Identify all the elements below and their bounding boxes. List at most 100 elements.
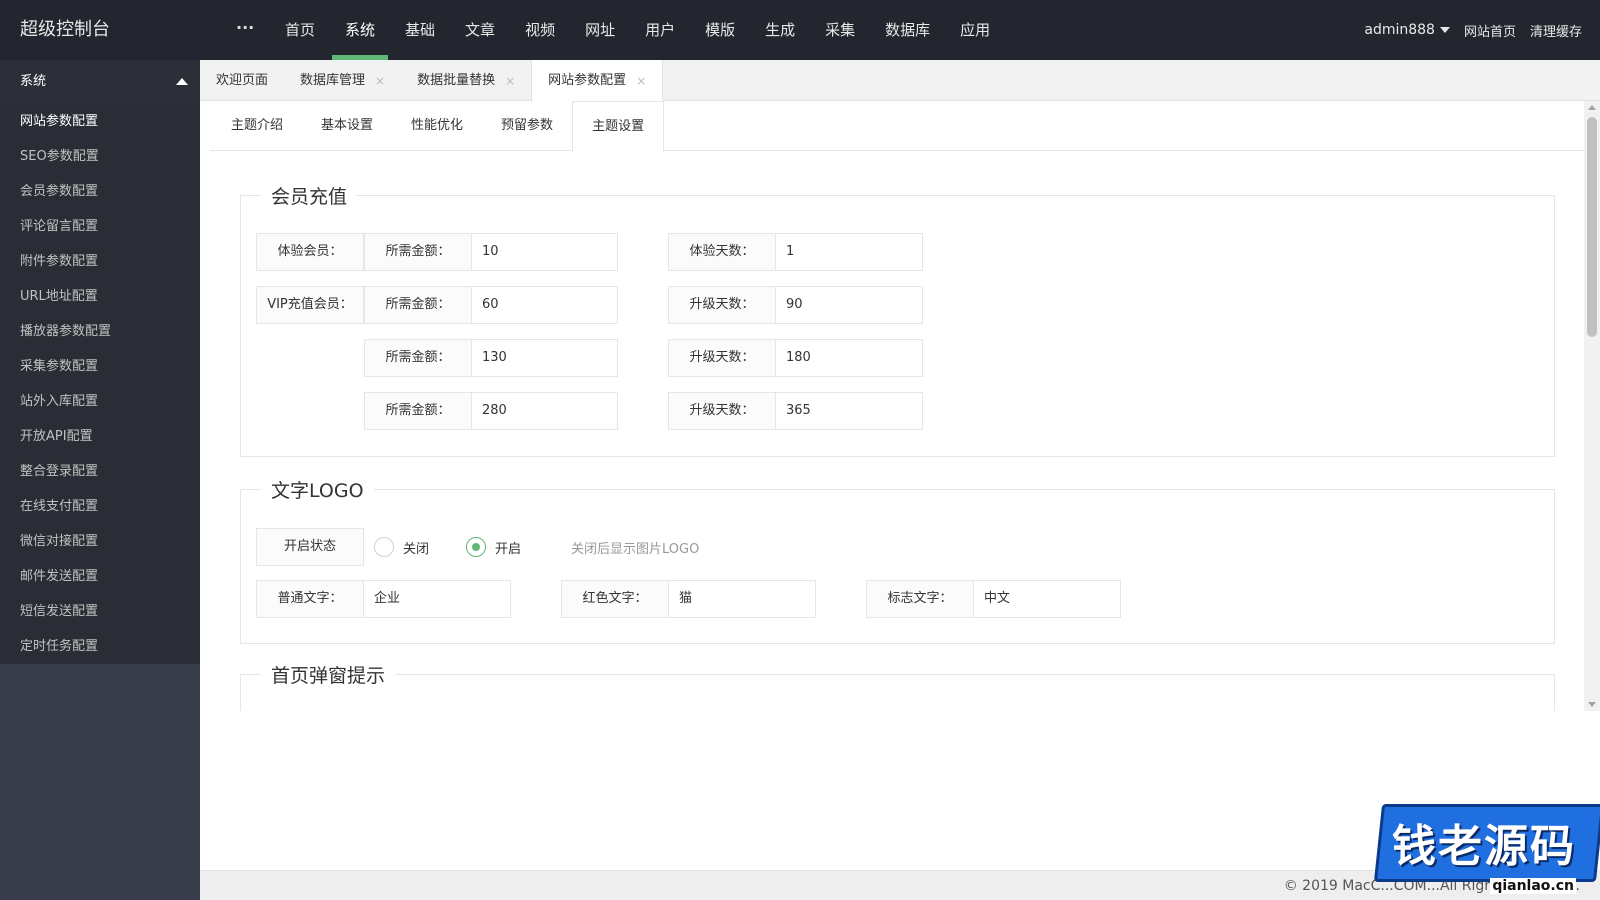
sidebar-item-email-config[interactable]: 邮件发送配置 [0,559,200,594]
scroll-thumb[interactable] [1587,117,1597,337]
normal-text-label: 普通文字： [256,580,364,618]
sidebar-item-player-config[interactable]: 播放器参数配置 [0,314,200,349]
upgrade-days-label: 升级天数： [668,286,776,324]
top-header: 超级控制台 ··· 首页 系统 基础 文章 视频 网址 用户 模版 生成 采集 … [0,0,1600,60]
nav-app[interactable]: 应用 [945,0,1005,60]
tab-welcome[interactable]: 欢迎页面 [200,60,284,101]
trial-member-label: 体验会员： [256,233,364,271]
sidebar-item-attachment-config[interactable]: 附件参数配置 [0,244,200,279]
clear-cache-link[interactable]: 清理缓存 [1530,21,1582,40]
nav-basic[interactable]: 基础 [390,0,450,60]
close-icon[interactable]: × [636,61,646,101]
fieldset-recharge: 会员充值 体验会员： 所需金额： 10 体验天数： 1 VIP充值会员： 所需金… [240,182,1555,457]
vip-member-label: VIP充值会员： [256,286,364,324]
trial-days-label: 体验天数： [668,233,776,271]
chevron-up-icon [176,78,188,85]
nav-collect[interactable]: 采集 [810,0,870,60]
vip-amount-input-1[interactable]: 60 [472,286,618,324]
nav-template[interactable]: 模版 [690,0,750,60]
radio-on-label: 开启 [495,541,522,557]
nav-article[interactable]: 文章 [450,0,510,60]
upgrade-days-label: 升级天数： [668,392,776,430]
amount-label: 所需金额： [364,339,472,377]
sidebar-item-api-config[interactable]: 开放API配置 [0,419,200,454]
trial-days-input[interactable]: 1 [776,233,923,271]
sidebar-item-seo-config[interactable]: SEO参数配置 [0,139,200,174]
app-logo: 超级控制台 [20,19,110,40]
close-icon[interactable]: × [375,61,385,101]
tab-database[interactable]: 数据库管理 × [284,60,401,101]
sidebar-item-sms-config[interactable]: 短信发送配置 [0,594,200,629]
fieldset-popup: 首页弹窗提示 [240,661,1555,711]
amount-label: 所需金额： [364,286,472,324]
nav-user[interactable]: 用户 [630,0,690,60]
sidebar-item-collect-config[interactable]: 采集参数配置 [0,349,200,384]
close-icon[interactable]: × [505,61,515,101]
fieldset-text-logo: 文字LOGO 开启状态 关闭 开启 关闭后显示图片LOGO 普通文字： 企业 红… [240,476,1555,644]
red-text-label: 红色文字： [561,580,669,618]
nav-database[interactable]: 数据库 [870,0,945,60]
vip-days-input-1[interactable]: 90 [776,286,923,324]
logo-hint: 关闭后显示图片LOGO [571,542,700,557]
watermark-title: 钱老源码 [1392,821,1576,872]
sidebar: 系统 网站参数配置 SEO参数配置 会员参数配置 评论留言配置 附件参数配置 U… [0,60,200,900]
radio-off[interactable]: 关闭 [374,537,429,557]
sidebar-item-cron-config[interactable]: 定时任务配置 [0,629,200,664]
vip-days-input-3[interactable]: 365 [776,392,923,430]
user-menu[interactable]: admin888 [1364,22,1450,38]
tab-label: 数据库管理 [300,72,366,88]
sidebar-item-member-config[interactable]: 会员参数配置 [0,174,200,209]
sidebar-item-import-config[interactable]: 站外入库配置 [0,384,200,419]
vip-amount-input-3[interactable]: 280 [472,392,618,430]
top-nav: 首页 系统 基础 文章 视频 网址 用户 模版 生成 采集 数据库 应用 [270,0,1005,60]
chevron-down-icon [1439,27,1450,33]
radio-circle-icon [374,537,394,557]
status-label: 开启状态 [256,528,364,566]
red-text-input[interactable]: 猫 [669,580,816,618]
sidebar-list: 网站参数配置 SEO参数配置 会员参数配置 评论留言配置 附件参数配置 URL地… [0,104,200,664]
form-area: 会员充值 体验会员： 所需金额： 10 体验天数： 1 VIP充值会员： 所需金… [210,101,1584,711]
watermark-logo: 钱老源码 qianlao.cn [1373,796,1600,894]
trial-amount-input[interactable]: 10 [472,233,618,271]
page-tabs: 欢迎页面 数据库管理 × 数据批量替换 × 网站参数配置 × [200,60,1600,102]
sidebar-item-login-config[interactable]: 整合登录配置 [0,454,200,489]
legend-popup: 首页弹窗提示 [261,661,396,688]
sidebar-item-site-config[interactable]: 网站参数配置 [0,104,200,139]
radio-checked-icon [466,537,486,557]
nav-home[interactable]: 首页 [270,0,330,60]
scroll-up-icon[interactable] [1588,105,1596,110]
sidebar-item-payment-config[interactable]: 在线支付配置 [0,489,200,524]
nav-url[interactable]: 网址 [570,0,630,60]
content-scrollbar[interactable] [1584,101,1600,711]
vip-days-input-2[interactable]: 180 [776,339,923,377]
tab-site-config[interactable]: 网站参数配置 × [531,60,664,102]
tab-label: 欢迎页面 [216,72,269,88]
legend-text-logo: 文字LOGO [261,476,374,503]
scroll-down-icon[interactable] [1588,702,1596,707]
sidebar-item-url-config[interactable]: URL地址配置 [0,279,200,314]
username: admin888 [1364,22,1435,38]
watermark-url: qianlao.cn [1490,878,1576,894]
header-right: admin888 网站首页 清理缓存 [1364,0,1582,60]
tab-label: 网站参数配置 [548,73,627,88]
sidebar-item-wechat-config[interactable]: 微信对接配置 [0,524,200,559]
nav-video[interactable]: 视频 [510,0,570,60]
mark-text-label: 标志文字： [866,580,974,618]
sidebar-group-label: 系统 [20,74,47,89]
amount-label: 所需金额： [364,392,472,430]
more-menu-icon[interactable]: ··· [236,0,254,56]
nav-system[interactable]: 系统 [330,0,390,60]
legend-recharge: 会员充值 [261,182,358,209]
vip-amount-input-2[interactable]: 130 [472,339,618,377]
tab-label: 数据批量替换 [417,72,496,88]
sidebar-item-comment-config[interactable]: 评论留言配置 [0,209,200,244]
mark-text-input[interactable]: 中文 [974,580,1121,618]
amount-label: 所需金额： [364,233,472,271]
sidebar-group-system[interactable]: 系统 [0,60,200,104]
normal-text-input[interactable]: 企业 [364,580,511,618]
nav-generate[interactable]: 生成 [750,0,810,60]
tab-batch-replace[interactable]: 数据批量替换 × [401,60,531,101]
radio-on[interactable]: 开启 [466,537,521,557]
site-home-link[interactable]: 网站首页 [1464,21,1516,40]
radio-off-label: 关闭 [403,541,430,557]
